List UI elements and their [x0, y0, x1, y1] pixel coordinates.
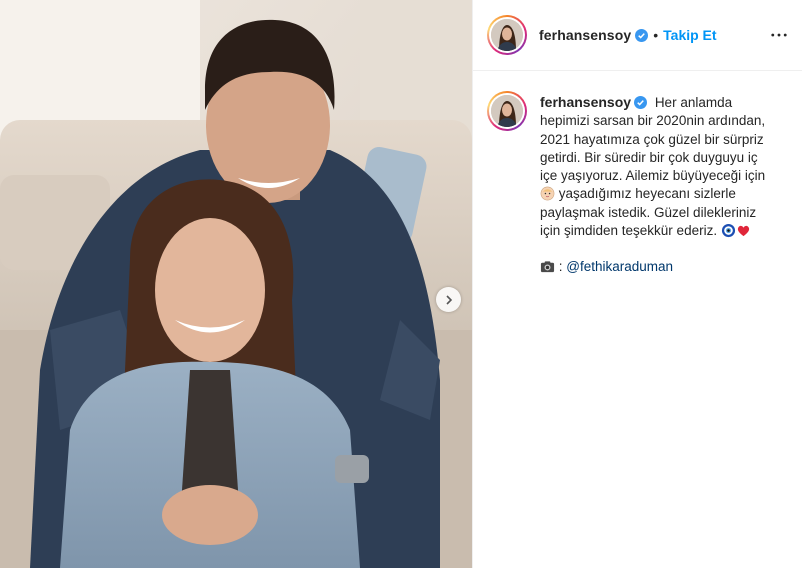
- caption-line: ferhansensoy Her anlamda: [540, 93, 780, 112]
- caption-line-6: yaşadığımız heyecanı sizlerle: [558, 186, 736, 202]
- baby-emoji-icon: [540, 187, 555, 201]
- photo-credit: : @fethikaraduman: [540, 258, 780, 276]
- follow-button[interactable]: Takip Et: [663, 27, 716, 43]
- post-caption: ferhansensoy Her anlamda hepimizi sarsan…: [473, 71, 802, 277]
- profile-picture: [491, 95, 523, 127]
- avatar-border: [489, 93, 525, 129]
- caption-avatar[interactable]: [487, 91, 527, 131]
- next-photo-button[interactable]: [436, 287, 461, 312]
- more-options-icon: [771, 33, 787, 37]
- caption-line-4: getirdi. Bir süredir bir çok duyguyu iç: [540, 149, 758, 165]
- avatar[interactable]: [487, 15, 527, 55]
- caption-text: ferhansensoy Her anlamda hepimizi sarsan…: [540, 93, 780, 277]
- profile-picture: [491, 19, 523, 51]
- couple-photo-image: [0, 0, 472, 568]
- caption-line-8: için şimdiden teşekkür ederiz.: [540, 223, 718, 239]
- instagram-post: ferhansensoy • Takip Et ferhansensoy Her…: [0, 0, 802, 568]
- more-options-button[interactable]: [770, 26, 788, 44]
- red-heart-emoji-icon: [737, 225, 749, 237]
- caption-line: için şimdiden teşekkür ederiz.: [540, 222, 780, 240]
- avatar-border: [489, 17, 525, 53]
- caption-line-5: içe yaşıyoruz. Ailemiz büyüyeceği için: [540, 168, 766, 184]
- post-side-panel: ferhansensoy • Takip Et ferhansensoy Her…: [472, 0, 802, 568]
- post-author-username[interactable]: ferhansensoy: [539, 27, 631, 43]
- post-photo[interactable]: [0, 0, 472, 568]
- verified-badge-icon: [635, 28, 649, 42]
- caption-line-3: 2021 hayatımıza çok güzel bir sürpriz: [540, 131, 764, 147]
- caption-line: yaşadığımız heyecanı sizlerle: [540, 185, 780, 203]
- nazar-emoji-icon: [721, 224, 735, 238]
- chevron-right-icon: [445, 294, 452, 305]
- credit-separator: :: [558, 259, 563, 275]
- separator-dot: •: [653, 27, 659, 43]
- caption-username[interactable]: ferhansensoy: [540, 94, 631, 110]
- verified-badge-icon: [634, 96, 648, 109]
- post-header: ferhansensoy • Takip Et: [473, 0, 802, 71]
- caption-line-7: paylaşmak istedik. Güzel dilekleriniz: [540, 204, 757, 220]
- credit-mention-link[interactable]: @fethikaraduman: [566, 259, 673, 274]
- caption-line-2: hepimizi sarsan bir 2020nin ardından,: [540, 113, 766, 129]
- camera-emoji-icon: [540, 261, 555, 273]
- caption-line-1: Her anlamda: [654, 95, 733, 110]
